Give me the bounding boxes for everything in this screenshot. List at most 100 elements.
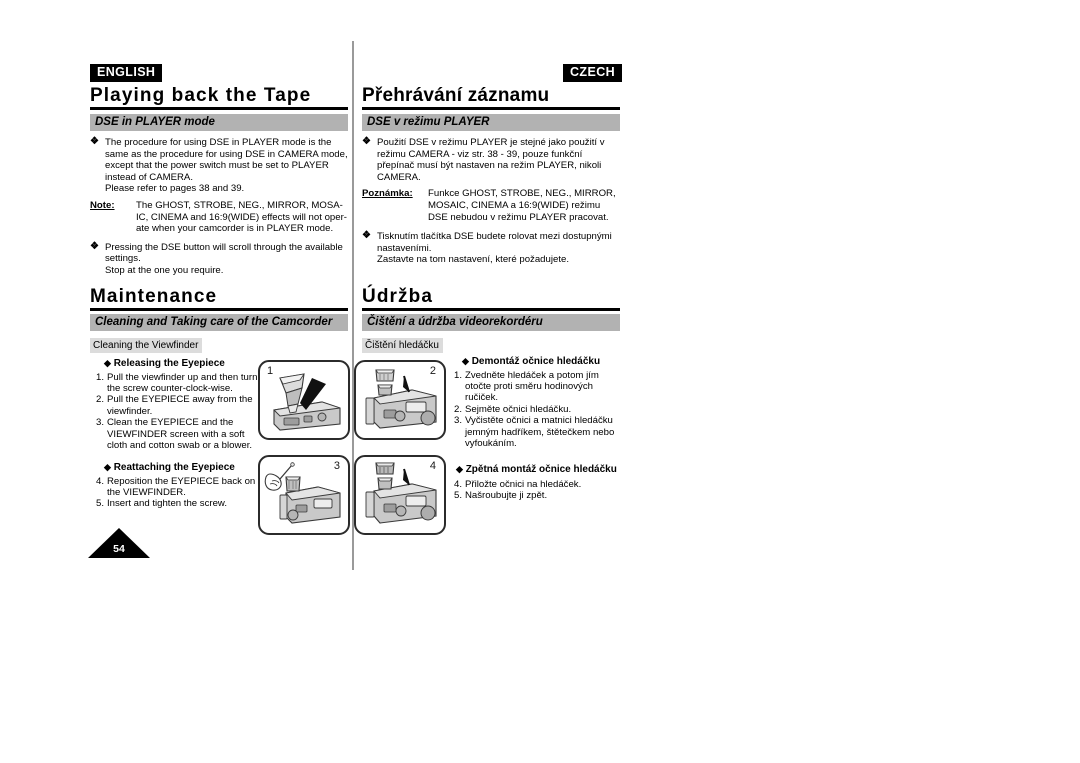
bullet-marker-icon: ❖	[362, 136, 371, 147]
chapter-rule-english	[90, 107, 348, 110]
illustration-index: 1	[267, 365, 274, 377]
diamond-icon: ◆	[104, 462, 111, 472]
bullet-text: Pressing the DSE button will scroll thro…	[105, 241, 343, 276]
steps-czech-group-a: ◆ Demontáž očnice hledáčku 1. Zvedněte h…	[448, 353, 620, 449]
step-number: 5.	[95, 498, 104, 510]
language-badge-english: ENGLISH	[90, 64, 163, 82]
page-number: 54	[113, 543, 125, 555]
manual-page: ENGLISH Playing back the Tape DSE in PLA…	[0, 0, 1080, 763]
list-item: 2. Pull the EYEPIECE away from the viewf…	[90, 394, 260, 417]
list-item: 4. Reposition the EYEPIECE back on the V…	[90, 476, 260, 499]
bullet-item: ❖ Tisknutím tlačítka DSE budete rolovat …	[362, 230, 620, 266]
section-header-english-dse: DSE in PLAYER mode	[90, 114, 348, 131]
language-badge-czech: CZECH	[563, 64, 623, 82]
diamond-icon: ◆	[456, 464, 463, 474]
bullet-text: Použití DSE v režimu PLAYER je stejné ja…	[377, 137, 605, 183]
section-header-czech-dse: DSE v režimu PLAYER	[362, 114, 620, 131]
illustration-index: 4	[429, 460, 436, 472]
list-item: 3. Clean the EYEPIECE and the VIEWFINDER…	[90, 417, 260, 451]
diamond-icon: ◆	[104, 358, 111, 368]
camcorder-eyepiece-reattach-icon	[365, 462, 437, 524]
section-header-english-cleaning: Cleaning and Taking care of the Camcorde…	[90, 314, 348, 331]
step-text: Našroubujte ji zpět.	[465, 490, 548, 501]
note-text: The GHOST, STROBE, NEG., MIRROR, MOSA-IC…	[136, 199, 347, 235]
note-item: Poznámka: Funkce GHOST, STROBE, NEG., MI…	[362, 188, 620, 223]
language-badge-english-wrap: ENGLISH	[90, 63, 163, 82]
section-header-czech-cleaning: Čištění a údržba videorekordéru	[362, 314, 620, 331]
note-label: Poznámka:	[362, 188, 413, 200]
camcorder-eyepiece-removal-icon	[365, 369, 437, 429]
step-number: 1.	[453, 369, 462, 381]
step-text: Pull the viewfinder up and then turn the…	[107, 371, 258, 394]
bullet-marker-icon: ❖	[90, 240, 99, 252]
body-english-dse: ❖ The procedure for using DSE in PLAYER …	[90, 136, 348, 282]
step-text: Insert and tighten the screw.	[107, 498, 227, 510]
illustration-1: 1	[258, 360, 350, 440]
camcorder-eyepiece-cleaning-icon	[264, 462, 341, 524]
steps-english-group-b: ◆ Reattaching the Eyepiece 4. Reposition…	[90, 459, 260, 510]
step-text: Zvedněte hledáček a potom jím otočte pro…	[465, 369, 599, 404]
step-number: 4.	[453, 478, 462, 490]
note-label: Note:	[90, 199, 115, 211]
bullet-item: ❖ Použití DSE v režimu PLAYER je stejné …	[362, 136, 620, 183]
step-number: 4.	[95, 475, 104, 487]
chapter-title-english-maintenance: Maintenance	[90, 286, 218, 307]
step-list-czech-b: 4. Přiložte očnici na hledáček. 5. Našro…	[448, 479, 620, 502]
list-item: 5. Insert and tighten the screw.	[90, 498, 260, 509]
illustration-index: 3	[333, 460, 340, 472]
list-item: 4. Přiložte očnici na hledáček.	[448, 479, 620, 490]
step-list-english-a: 1. Pull the viewfinder up and then turn …	[90, 372, 260, 452]
step-text: Vyčistěte očnici a matnici hledáčku jemn…	[465, 415, 615, 450]
group-heading-english-a: ◆ Releasing the Eyepiece	[90, 358, 260, 370]
note-item: Note: The GHOST, STROBE, NEG., MIRROR, M…	[90, 200, 348, 235]
group-heading-czech-a: ◆ Demontáž očnice hledáčku	[448, 356, 620, 368]
list-item: 5. Našroubujte ji zpět.	[448, 490, 620, 501]
illustration-4: 4	[354, 455, 446, 535]
group-heading-text: Releasing the Eyepiece	[113, 358, 225, 369]
step-text: Sejměte očnici hledáčku.	[465, 403, 572, 415]
step-text: Pull the EYEPIECE away from the viewfind…	[107, 394, 253, 417]
step-text: Clean the EYEPIECE and the VIEWFINDER sc…	[107, 417, 253, 452]
list-item: 1. Pull the viewfinder up and then turn …	[90, 372, 260, 395]
illustration-index: 2	[429, 365, 436, 377]
body-czech-dse: ❖ Použití DSE v režimu PLAYER je stejné …	[362, 136, 620, 271]
group-heading-text: Zpětná montáž očnice hledáčku	[465, 464, 617, 475]
step-text: Reposition the EYEPIECE back on the VIEW…	[107, 475, 256, 498]
steps-english-group-a: ◆ Releasing the Eyepiece 1. Pull the vie…	[90, 355, 260, 451]
bullet-marker-icon: ❖	[362, 230, 371, 242]
bullet-marker-icon: ❖	[90, 136, 99, 147]
group-heading-czech-b: ◆ Zpětná montáž očnice hledáčku	[448, 464, 620, 476]
list-item: 1. Zvedněte hledáček a potom jím otočte …	[448, 370, 620, 404]
step-number: 3.	[453, 415, 462, 427]
illustration-2: 2	[354, 360, 446, 440]
bullet-item: ❖ Pressing the DSE button will scroll th…	[90, 240, 348, 277]
sub-label-english-viewfinder: Cleaning the Viewfinder	[90, 338, 203, 353]
chapter-rule-english-2	[90, 308, 348, 311]
chapter-title-english: Playing back the Tape	[90, 85, 312, 106]
list-item: 3. Vyčistěte očnici a matnici hledáčku j…	[448, 415, 620, 449]
step-number: 2.	[453, 403, 462, 415]
chapter-title-czech-maintenance: Údržba	[362, 286, 433, 307]
step-number: 3.	[95, 417, 104, 429]
chapter-rule-czech	[362, 107, 620, 110]
group-heading-text: Reattaching the Eyepiece	[113, 462, 235, 473]
chapter-rule-czech-2	[362, 308, 620, 311]
bullet-text: The procedure for using DSE in PLAYER mo…	[105, 137, 348, 195]
group-heading-text: Demontáž očnice hledáčku	[471, 356, 601, 367]
bullet-item: ❖ The procedure for using DSE in PLAYER …	[90, 136, 348, 195]
step-text: Přiložte očnici na hledáček.	[465, 478, 582, 490]
step-list-english-b: 4. Reposition the EYEPIECE back on the V…	[90, 476, 260, 510]
step-list-czech-a: 1. Zvedněte hledáček a potom jím otočte …	[448, 370, 620, 450]
steps-czech-group-b: ◆ Zpětná montáž očnice hledáčku 4. Přilo…	[448, 461, 620, 501]
step-number: 1.	[95, 371, 104, 383]
diamond-icon: ◆	[462, 356, 469, 366]
bullet-text: Tisknutím tlačítka DSE budete rolovat me…	[377, 231, 612, 266]
group-heading-english-b: ◆ Reattaching the Eyepiece	[90, 462, 260, 474]
chapter-title-czech: Přehrávání záznamu	[362, 85, 550, 106]
list-item: 2. Sejměte očnici hledáčku.	[448, 404, 620, 415]
step-number: 2.	[95, 394, 104, 406]
language-badge-czech-wrap: CZECH	[563, 63, 623, 82]
note-text: Funkce GHOST, STROBE, NEG., MIRROR, MOSA…	[428, 188, 616, 223]
step-number: 5.	[453, 490, 462, 501]
sub-label-czech-viewfinder: Čištění hledáčku	[362, 338, 443, 353]
